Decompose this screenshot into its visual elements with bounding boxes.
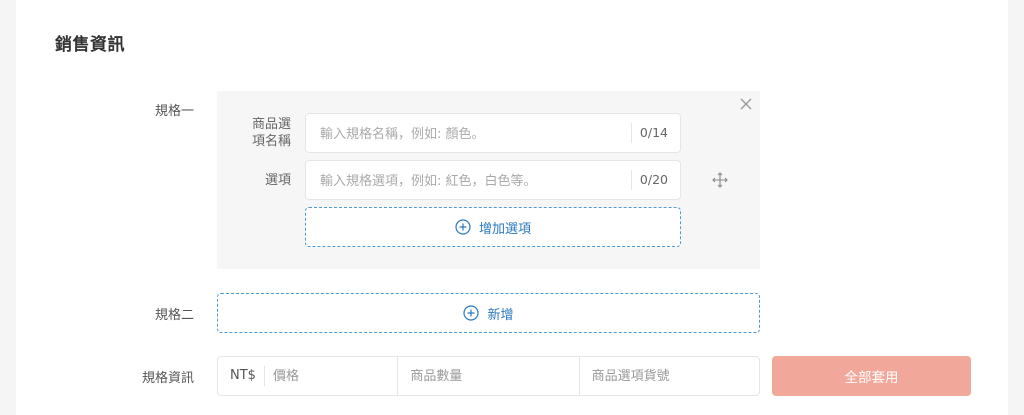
sku-cell	[578, 357, 759, 395]
spec-option-counter: 0/20	[630, 170, 680, 190]
spec-option-label: 選項	[264, 173, 291, 188]
add-spec2-label: 新增	[487, 307, 514, 323]
add-option-button[interactable]: 增加選項	[305, 207, 681, 247]
plus-circle-icon	[455, 219, 471, 235]
section-title: 銷售資訊	[55, 35, 125, 55]
spec-name-label: 商品選 項名稱	[251, 117, 291, 149]
sku-input[interactable]	[579, 357, 759, 395]
spec2-label: 規格二	[154, 308, 194, 323]
apply-all-button[interactable]: 全部套用	[772, 356, 971, 396]
spec1-label: 規格一	[154, 104, 194, 119]
spec-option-field[interactable]: 0/20	[305, 160, 681, 201]
spec-name-input[interactable]	[318, 114, 622, 154]
drag-handle-icon[interactable]	[712, 172, 728, 188]
spec-option-input[interactable]	[318, 161, 622, 201]
spec-name-field[interactable]: 0/14	[305, 113, 681, 154]
sales-info-card: 銷售資訊 規格一 商品選 項名稱 0/14 選項 0/20 增加選項	[16, 0, 1008, 415]
spec-info-fields: NT$	[217, 356, 760, 396]
spec-info-label: 規格資訊	[141, 371, 194, 386]
price-input[interactable]	[264, 357, 398, 395]
close-icon[interactable]	[739, 97, 753, 111]
quantity-input[interactable]	[398, 357, 579, 395]
plus-circle-icon	[463, 305, 480, 321]
spec1-panel: 商品選 項名稱 0/14 選項 0/20 增加選項	[217, 91, 760, 269]
price-cell: NT$	[218, 357, 398, 395]
quantity-cell	[397, 357, 579, 395]
currency-label: NT$	[218, 366, 265, 386]
spec-name-counter: 0/14	[630, 123, 680, 143]
add-option-label: 增加選項	[478, 221, 531, 237]
add-spec2-button[interactable]: 新增	[217, 293, 760, 333]
